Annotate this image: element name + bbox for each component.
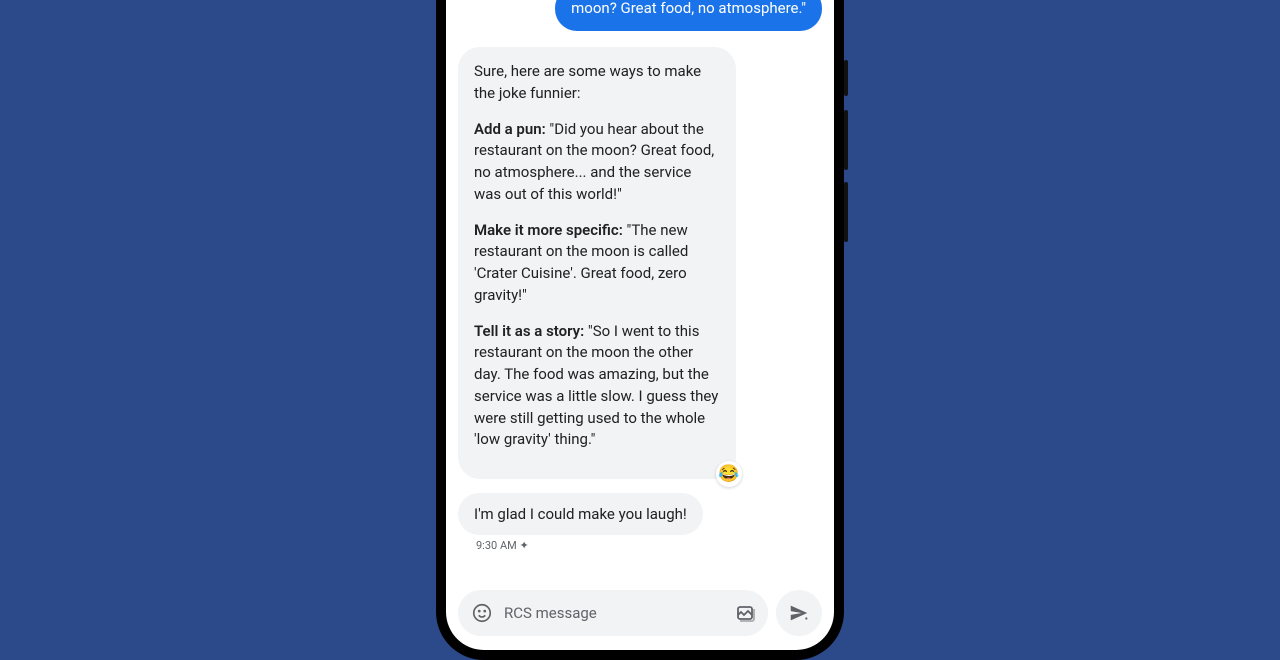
chat-area[interactable]: moon? Great food, no atmosphere." Sure, … — [446, 0, 834, 582]
gallery-icon[interactable] — [734, 601, 758, 625]
input-placeholder: RCS message — [504, 604, 724, 622]
send-button[interactable] — [776, 590, 822, 636]
input-bar: RCS message — [446, 582, 834, 650]
outgoing-message[interactable]: moon? Great food, no atmosphere." — [555, 0, 822, 31]
phone-screen: moon? Great food, no atmosphere." Sure, … — [446, 0, 834, 650]
phone-frame: moon? Great food, no atmosphere." Sure, … — [436, 0, 844, 660]
incoming-followup[interactable]: I'm glad I could make you laugh! — [458, 493, 703, 535]
response-item: Add a pun: "Did you hear about the resta… — [474, 119, 720, 206]
phone-volume-down — [844, 182, 848, 242]
phone-volume-up — [844, 110, 848, 170]
outgoing-text: moon? Great food, no atmosphere." — [571, 0, 806, 17]
send-icon — [788, 602, 810, 624]
timestamp: 9:30 AM ✦ — [476, 539, 529, 552]
response-item: Make it more specific: "The new restaura… — [474, 220, 720, 307]
message-input[interactable]: RCS message — [458, 590, 768, 636]
phone-side-button — [844, 60, 848, 96]
incoming-message[interactable]: Sure, here are some ways to make the jok… — [458, 47, 736, 479]
response-item: Tell it as a story: "So I went to this r… — [474, 321, 720, 452]
reaction-emoji[interactable]: 😂 — [716, 461, 742, 487]
emoji-icon[interactable] — [470, 601, 494, 625]
response-intro: Sure, here are some ways to make the jok… — [474, 61, 720, 105]
followup-text: I'm glad I could make you laugh! — [474, 505, 687, 523]
